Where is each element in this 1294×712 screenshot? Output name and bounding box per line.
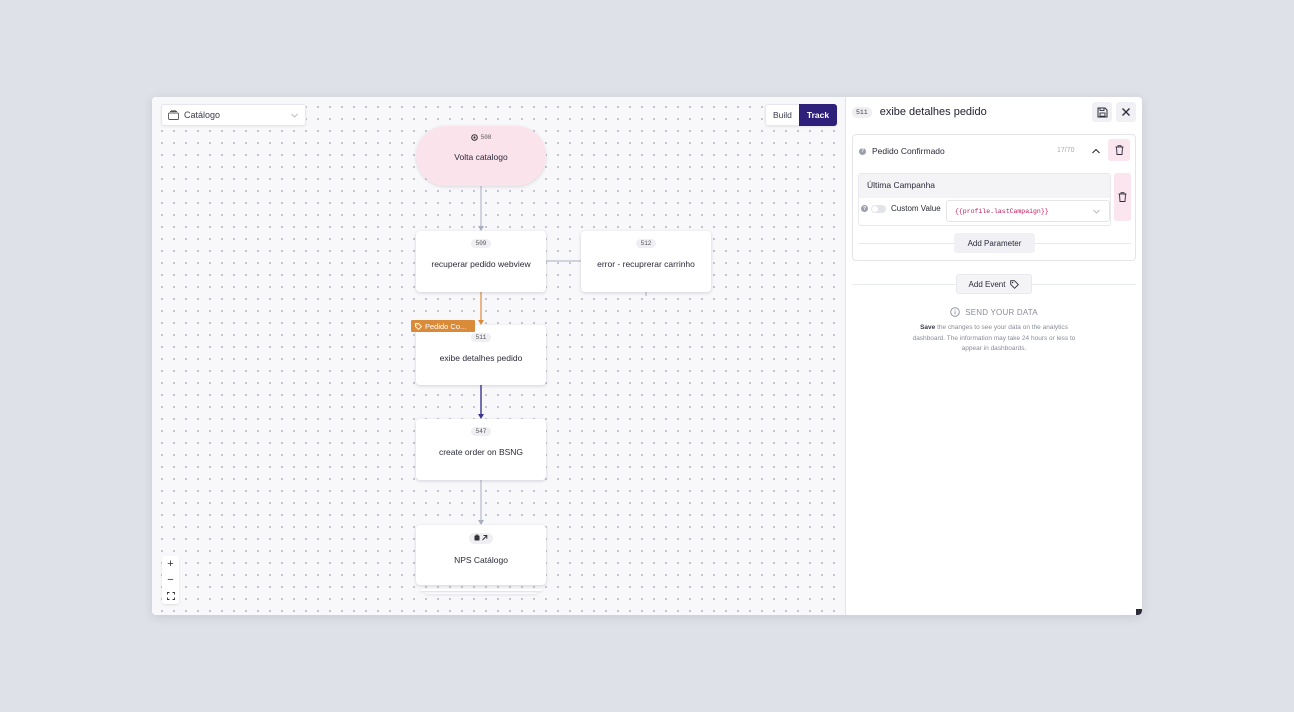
node-label: Volta catalogo [454,152,508,162]
zoom-in-button[interactable]: + [167,557,173,571]
mode-toggle: Build Track [765,104,838,126]
node-id-badge: 511 [852,106,872,118]
flow-canvas[interactable]: Catálogo Build Track 508 Volta catalogo … [152,97,846,615]
add-event-button[interactable]: Add Event [956,274,1032,294]
help-icon[interactable]: ? [859,147,866,155]
custom-value-label: Custom Value [891,204,941,213]
event-tag-label: Pedido Co... [425,321,467,331]
node-id: 508 [480,134,492,141]
custom-value-row: ? Custom Value [861,204,941,213]
parameter-value-select[interactable]: {{profile.lastCampaign}} [946,200,1110,222]
save-icon [1097,107,1107,117]
save-button[interactable] [1092,102,1112,122]
close-button[interactable] [1116,102,1136,122]
delete-parameter-button[interactable] [1114,173,1131,221]
zoom-controls: + − [162,556,179,604]
start-node-badge: 508 [466,133,497,142]
send-data-heading: SEND YOUR DATA [846,307,1142,317]
node-label: recuperar pedido webview [431,259,531,269]
chevron-down-icon [1093,209,1100,214]
node-id: 547 [470,427,492,436]
flow-node-nps[interactable]: NPS Catálogo [416,525,546,585]
chevron-down-icon [291,113,298,118]
nps-stack-layer [425,592,537,594]
add-parameter-button[interactable]: Add Parameter [954,233,1035,253]
event-name: Pedido Confirmado [872,146,945,156]
node-id: 509 [470,239,492,248]
node-label: NPS Catálogo [454,555,508,565]
event-card-header: ? Pedido Confirmado 17/70 [859,144,1129,158]
panel-title: exibe detalhes pedido [879,106,987,118]
build-mode-button[interactable]: Build [765,104,799,126]
node-details-panel: 511 exibe detalhes pedido ? Pedido Confi… [846,97,1142,615]
tag-icon [415,322,422,330]
node-label: exibe detalhes pedido [439,353,523,363]
send-data-title: SEND YOUR DATA [965,307,1038,317]
delete-event-button[interactable] [1108,139,1130,161]
flow-node-start[interactable]: 508 Volta catalogo [416,126,546,186]
event-counter: 17/70 [1057,147,1075,154]
panel-header: 511 exibe detalhes pedido [852,102,1136,122]
trash-icon [1115,145,1123,155]
flow-node-512[interactable]: 512 error - recuprerar carrinho [581,231,711,292]
node-id: 511 [470,333,492,342]
info-icon [950,307,960,317]
track-mode-button[interactable]: Track [798,104,838,126]
help-icon[interactable]: ? [861,205,868,212]
start-icon [470,134,478,141]
send-data-description: Save the changes to see your data on the… [910,323,1078,355]
parameter-name[interactable]: Última Campanha [859,174,1110,198]
flow-node-547[interactable]: 547 create order on BSNG [416,419,546,480]
trash-icon [1118,192,1127,202]
subflow-link-icon [474,534,488,541]
flow-node-509[interactable]: 509 recuperar pedido webview [416,231,546,292]
parameter-row: Última Campanha ? Custom Value {{profile… [858,173,1111,226]
add-event-label: Add Event [968,279,1006,289]
flow-node-511[interactable]: 511 exibe detalhes pedido [416,325,546,385]
save-hint-bold: Save [920,324,936,331]
custom-value-toggle[interactable] [871,204,886,213]
event-tag[interactable]: Pedido Co... [411,320,475,332]
send-data-text: the changes to see your data on the anal… [912,324,1076,352]
nps-stack-layer [420,589,542,591]
fit-view-button[interactable] [166,589,175,603]
node-label: create order on BSNG [438,447,524,457]
close-icon [1122,108,1130,116]
stack-icon [168,110,179,120]
fit-view-icon [166,592,175,600]
chevron-up-icon[interactable] [1090,145,1102,157]
flow-editor-window: Catálogo Build Track 508 Volta catalogo … [152,97,1142,615]
parameter-value: {{profile.lastCampaign}} [955,207,1049,215]
subflow-badge [469,533,493,544]
catalog-select-label: Catálogo [184,110,221,120]
node-id: 512 [635,239,657,248]
zoom-out-button[interactable]: − [167,573,173,587]
tag-icon [1010,279,1020,289]
event-card: ? Pedido Confirmado 17/70 Última Campanh… [852,134,1136,261]
catalog-select[interactable]: Catálogo [161,104,306,126]
node-label: error - recuprerar carrinho [597,259,695,269]
